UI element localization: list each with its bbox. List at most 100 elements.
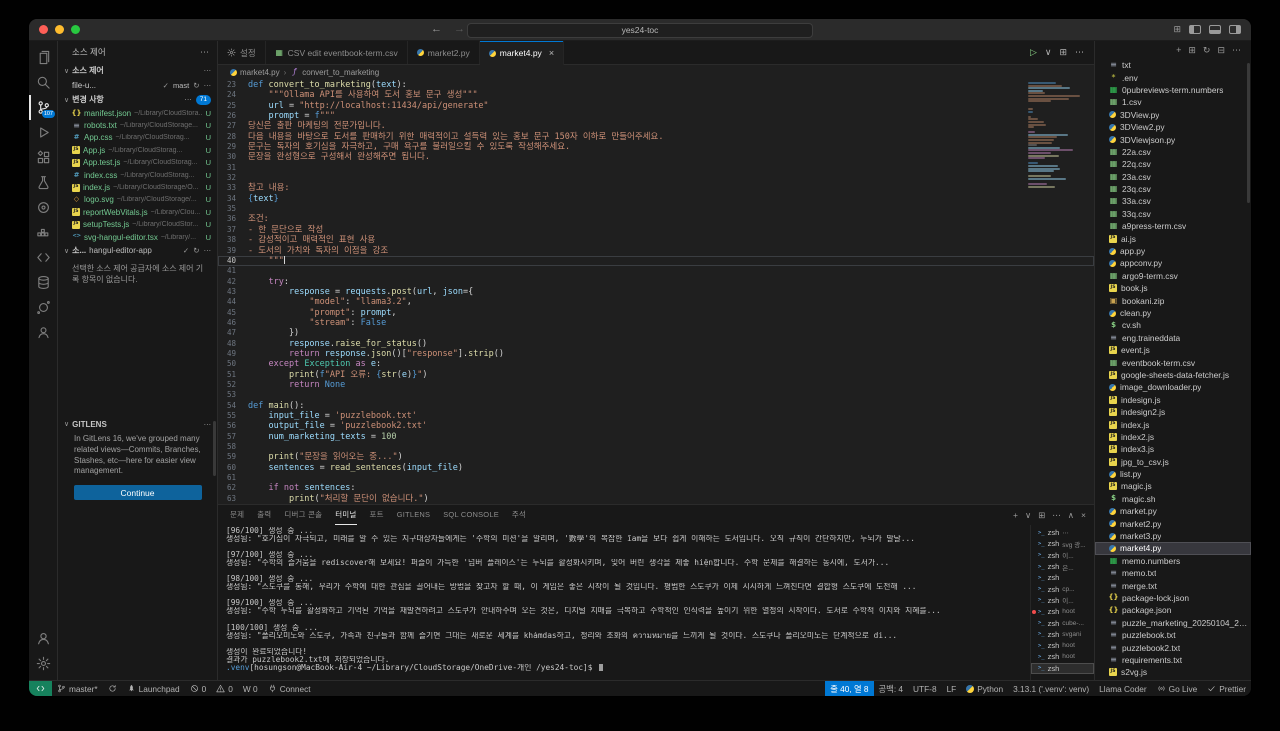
status-connect[interactable]: Connect <box>263 681 316 696</box>
new-folder-icon[interactable]: ⊞ <box>1188 45 1196 56</box>
more-icon[interactable]: ⋯ <box>204 246 212 255</box>
more-actions-icon[interactable]: ⋯ <box>1075 47 1084 58</box>
file-tree-item[interactable]: JSindex.js <box>1095 418 1251 430</box>
tab-market2.py[interactable]: market2.py <box>408 41 480 64</box>
status-encoding[interactable]: UTF-8 <box>908 681 942 696</box>
tab-설정[interactable]: 설정 <box>218 41 266 64</box>
close-panel-icon[interactable]: × <box>1081 510 1086 520</box>
terminal-session[interactable]: >_zshhoot <box>1031 640 1094 651</box>
file-tree-item[interactable]: list.py <box>1095 468 1251 480</box>
terminal-session[interactable]: >_zshsvgani <box>1031 629 1094 640</box>
file-tree-item[interactable]: JSs2vg.js <box>1095 666 1251 678</box>
file-tree-item[interactable]: ≡eng.traineddata <box>1095 332 1251 344</box>
file-tree-item[interactable]: ▦33q.csv <box>1095 208 1251 220</box>
file-tree-item[interactable]: ≡txt <box>1095 59 1251 71</box>
activity-remote-explorer[interactable] <box>29 245 57 270</box>
command-center[interactable]: yes24-toc <box>467 23 813 38</box>
scm-file-row[interactable]: JSindex.js~/Library/CloudStorage/O...U <box>58 181 217 193</box>
more-actions-icon[interactable]: ⋯ <box>1052 510 1061 521</box>
file-tree-item[interactable]: market.py <box>1095 505 1251 517</box>
file-tree-item[interactable]: JSindex3.js <box>1095 443 1251 455</box>
file-tree-item[interactable]: ▦33a.csv <box>1095 195 1251 207</box>
terminal-session[interactable]: >_zsh <box>1031 663 1094 674</box>
scm-changes-header[interactable]: ∨ 변경 사항 ⋯ 71 <box>58 92 217 107</box>
more-icon[interactable]: ⋯ <box>184 95 192 104</box>
file-tree-item[interactable]: market2.py <box>1095 517 1251 529</box>
panel-tab-SQL CONSOLE[interactable]: SQL CONSOLE <box>443 505 499 525</box>
maximize-panel-icon[interactable]: ∧ <box>1068 510 1074 521</box>
scm-graph-section-header[interactable]: ∨ 소... hangul-editor-app ✓ ↻ ⋯ <box>58 243 217 258</box>
activity-search[interactable] <box>29 70 57 95</box>
status-remote-indicator[interactable] <box>29 681 52 696</box>
file-tree-item[interactable]: ▦23a.csv <box>1095 171 1251 183</box>
file-tree-item[interactable]: appconv.py <box>1095 257 1251 269</box>
file-tree-item[interactable]: JSindesign2.js <box>1095 406 1251 418</box>
file-tree-item[interactable]: clean.py <box>1095 307 1251 319</box>
sidebar-scrollbar[interactable] <box>213 421 216 476</box>
activity-testing[interactable] <box>29 170 57 195</box>
file-tree-item[interactable]: ≡puzzlebook.txt <box>1095 629 1251 641</box>
gitlens-continue-button[interactable]: Continue <box>74 485 202 500</box>
tab-market4.py[interactable]: market4.py× <box>480 41 564 65</box>
file-tree-item[interactable]: *.env <box>1095 71 1251 83</box>
run-python-file-icon[interactable]: ▷ <box>1030 47 1037 58</box>
status-problems-errors[interactable]: 0 <box>185 681 212 696</box>
terminal-output[interactable]: [96/100] 생성 중 ...생성됨: "호기심이 자극되고, 미래를 알 … <box>218 525 1030 680</box>
status-language-mode[interactable]: Python <box>961 681 1008 696</box>
terminal-session[interactable]: >_zshhoot <box>1031 606 1094 617</box>
new-file-icon[interactable]: + <box>1176 45 1181 55</box>
terminal-session[interactable]: >_zshhoot <box>1031 651 1094 662</box>
explorer-scrollbar[interactable] <box>1247 63 1250 203</box>
more-actions-icon[interactable]: ⋯ <box>200 47 209 58</box>
more-actions-icon[interactable]: ⋯ <box>1232 45 1241 56</box>
new-terminal-icon[interactable]: + <box>1013 510 1018 520</box>
activity-account[interactable] <box>29 626 57 651</box>
scm-section-header[interactable]: ∨ 소스 제어 ⋯ <box>58 63 217 78</box>
status-llama-coder[interactable]: Llama Coder <box>1094 681 1152 696</box>
refresh-icon[interactable]: ↻ <box>1203 45 1211 56</box>
terminal-session[interactable]: >_zsh이... <box>1031 550 1094 561</box>
file-tree-item[interactable]: 3DViewjson.py <box>1095 133 1251 145</box>
file-tree-item[interactable]: JSjpg_to_csv.js <box>1095 456 1251 468</box>
status-go-live[interactable]: Go Live <box>1152 681 1203 696</box>
branch-name[interactable]: mast <box>173 81 189 90</box>
scm-file-row[interactable]: JSApp.test.js~/Library/CloudStorag...U <box>58 157 217 169</box>
activity-live-share[interactable] <box>29 320 57 345</box>
back-button[interactable]: ← <box>431 24 442 35</box>
panel-tab-출력[interactable]: 출력 <box>257 505 271 525</box>
breadcrumb-item[interactable]: ƒconvert_to_marketing <box>290 68 379 77</box>
tab-CSV edit eventbook-term.csv[interactable]: ▦CSV edit eventbook-term.csv <box>266 41 408 64</box>
file-tree-item[interactable]: {}package-lock.json <box>1095 592 1251 604</box>
repo-picker[interactable]: hangul-editor-app <box>89 246 152 255</box>
refresh-icon[interactable]: ↻ <box>193 81 199 90</box>
file-tree-item[interactable]: $cv.sh <box>1095 319 1251 331</box>
file-tree-item[interactable]: ≡puzzle_marketing_20250104_231... <box>1095 617 1251 629</box>
file-tree-item[interactable]: ▣bookani.zip <box>1095 294 1251 306</box>
status-eol[interactable]: LF <box>942 681 962 696</box>
breadcrumb-item[interactable]: market4.py <box>230 68 280 77</box>
status-sync-changes[interactable] <box>103 681 122 696</box>
collapse-all-icon[interactable]: ⊟ <box>1217 45 1225 56</box>
status-launchpad[interactable]: Launchpad <box>122 681 185 696</box>
status-w-count[interactable]: W 0 <box>238 681 263 696</box>
close-window-button[interactable] <box>39 25 48 34</box>
scm-file-row[interactable]: ◇logo.svg~/Library/CloudStorage/...U <box>58 194 217 206</box>
file-tree-item[interactable]: ≡puzzlebook2.txt <box>1095 641 1251 653</box>
split-editor-icon[interactable]: ⊞ <box>1059 47 1067 58</box>
status-cursor-position[interactable]: 줄 40, 열 8 <box>825 681 873 696</box>
file-tree-item[interactable]: ▦memo.numbers <box>1095 555 1251 567</box>
file-tree-item[interactable]: image_downloader.py <box>1095 381 1251 393</box>
scm-file-row[interactable]: JSsetupTests.js~/Library/CloudStor...U <box>58 219 217 231</box>
more-icon[interactable]: ⋯ <box>204 81 212 90</box>
split-terminal-icon[interactable]: ⊞ <box>1038 510 1045 521</box>
check-icon[interactable]: ✓ <box>183 246 189 255</box>
more-icon[interactable]: ⋯ <box>204 66 212 75</box>
file-tree-item[interactable]: market4.py <box>1095 542 1251 554</box>
file-tree-item[interactable]: ▦1.csv <box>1095 96 1251 108</box>
terminal-session[interactable]: >_zsh⋯ <box>1031 527 1094 538</box>
scm-file-row[interactable]: {}manifest.json~/Library/CloudStora...U <box>58 107 217 119</box>
run-dropdown-icon[interactable]: ∨ <box>1045 47 1052 58</box>
activity-run-debug[interactable] <box>29 120 57 145</box>
terminal-session[interactable]: >_zshsvg 광... <box>1031 538 1094 549</box>
activity-settings[interactable] <box>29 651 57 676</box>
